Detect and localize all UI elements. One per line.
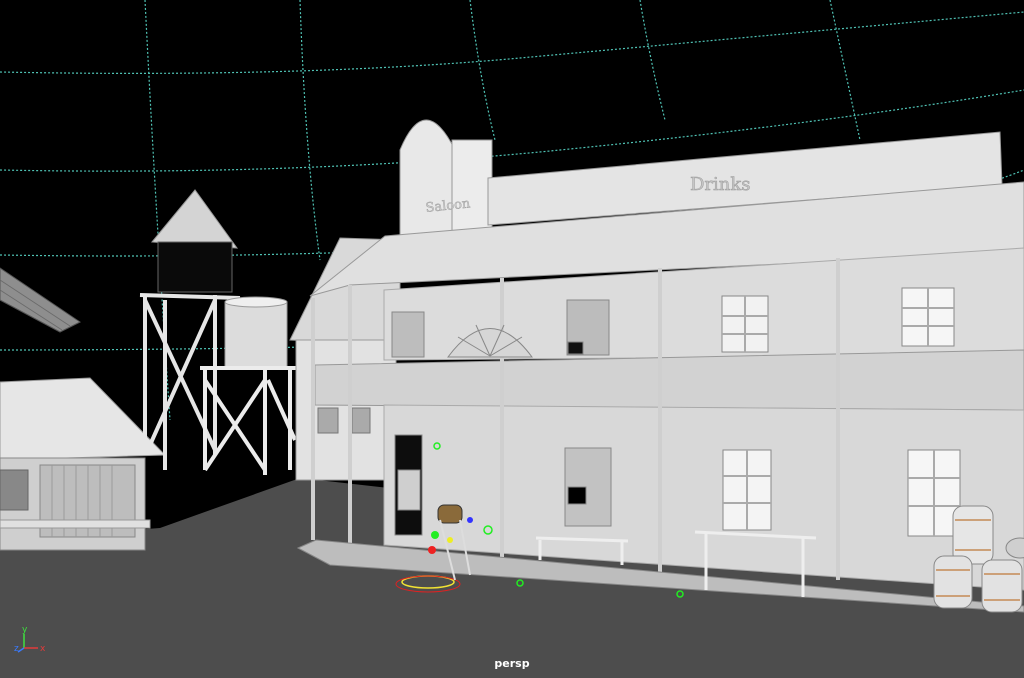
- axis-y-label: y: [22, 625, 28, 635]
- camera-name-label: persp: [494, 657, 530, 670]
- maya-perspective-viewport[interactable]: Drinks Saloon y x z persp: [0, 0, 1024, 678]
- axis-z-line: [17, 647, 25, 653]
- axis-z-label: z: [14, 644, 19, 654]
- saloon-building: Drinks Saloon: [296, 119, 1024, 613]
- axis-x-label: x: [40, 644, 46, 654]
- axis-gizmo: y x z: [14, 620, 54, 660]
- saloon-sign-drinks: Drinks: [690, 174, 751, 195]
- scene-canvas[interactable]: Drinks Saloon: [0, 0, 1024, 678]
